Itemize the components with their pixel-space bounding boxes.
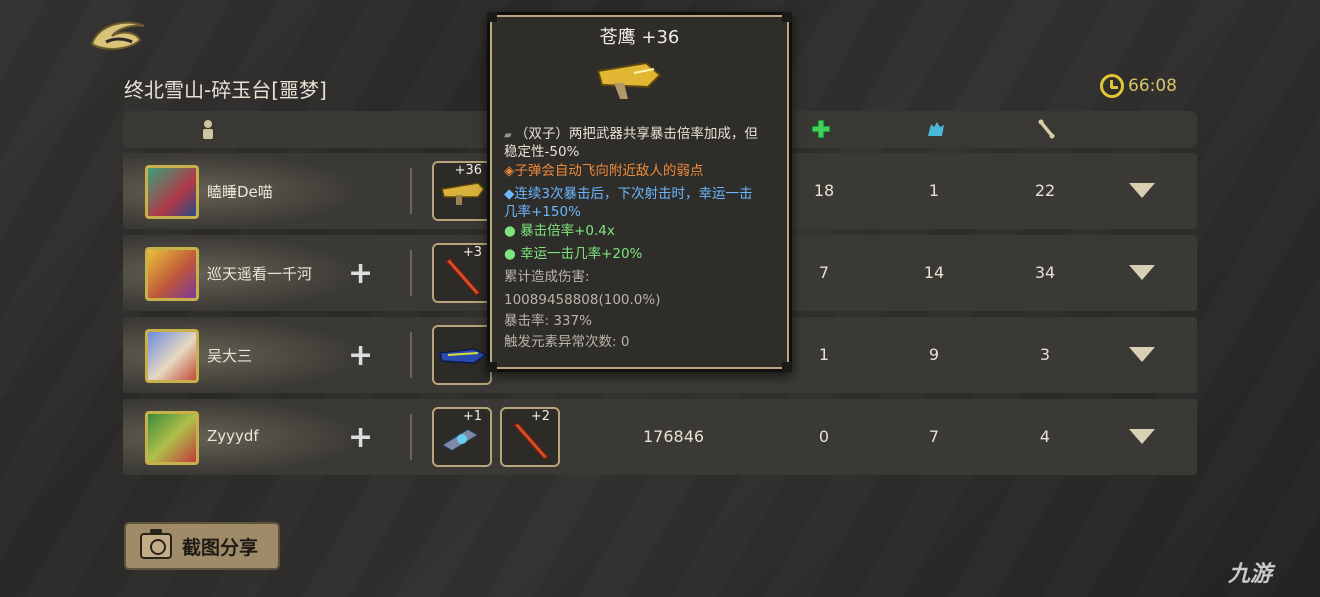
pet-icon	[928, 122, 944, 136]
camera-icon	[140, 529, 172, 559]
weapon-slot[interactable]: +2	[500, 407, 560, 467]
player-name: 吴大三	[207, 347, 253, 365]
add-friend-button[interactable]: +	[348, 341, 373, 371]
weapon-slot[interactable]: +1	[432, 407, 492, 467]
weapon-slot[interactable]: +3	[432, 243, 492, 303]
bone-icon	[1038, 119, 1055, 139]
pet-count: 14	[923, 263, 945, 282]
clock-icon	[1100, 74, 1124, 98]
add-friend-button[interactable]: +	[348, 423, 373, 453]
player-name: 巡天遥看一千河	[207, 265, 313, 283]
divider	[410, 414, 412, 460]
tooltip-line: 几率+150%	[504, 204, 581, 220]
game-logo-icon	[90, 21, 145, 50]
gun-icon: ▰	[504, 130, 515, 141]
expand-chevron-icon[interactable]	[1129, 265, 1155, 280]
pet-count: 1	[928, 181, 940, 200]
player-name: Zyyydf	[207, 427, 259, 445]
rifle-icon	[439, 348, 488, 364]
tooltip-line: 稳定性-50%	[504, 144, 580, 160]
avatar[interactable]	[145, 329, 199, 383]
player-name: 瞌睡De喵	[207, 183, 273, 201]
pet-count: 7	[928, 427, 940, 446]
tooltip-line: ◈子弹会自动飞向附近敌人的弱点	[504, 163, 704, 179]
avatar[interactable]	[145, 247, 199, 301]
tooltip-line: ◆连续3次暴击后，下次射击时，幸运一击	[504, 186, 753, 202]
weapon-slot[interactable]	[432, 325, 492, 385]
add-friend-button[interactable]: +	[348, 259, 373, 289]
bone-count: 3	[1039, 345, 1051, 364]
player-row: Zyyydf + +1 +2 176846 0 7 4	[123, 399, 1197, 475]
screenshot-share-button[interactable]: 截图分享	[124, 522, 280, 570]
cannon-icon	[440, 428, 480, 452]
tooltip-line: ● 幸运一击几率+20%	[504, 246, 643, 262]
bone-count: 22	[1034, 181, 1056, 200]
tooltip-line: ● 暴击倍率+0.4x	[504, 223, 615, 239]
expand-chevron-icon[interactable]	[1129, 347, 1155, 362]
avatar[interactable]	[145, 165, 199, 219]
heal-count: 0	[818, 427, 830, 446]
tooltip-line: 累计造成伤害:	[504, 269, 590, 285]
heal-count: 1	[818, 345, 830, 364]
share-label: 截图分享	[182, 536, 259, 559]
crossbow-icon	[441, 182, 485, 205]
tooltip-line: 10089458808(100.0%)	[504, 292, 661, 308]
heal-count: 7	[818, 263, 830, 282]
divider	[410, 250, 412, 296]
spear-icon	[444, 258, 482, 296]
pet-count: 9	[928, 345, 940, 364]
spear-icon	[512, 422, 550, 460]
timer: 66:08	[1100, 74, 1177, 98]
timer-value: 66:08	[1128, 76, 1177, 96]
avatar[interactable]	[145, 411, 199, 465]
expand-chevron-icon[interactable]	[1129, 429, 1155, 444]
expand-chevron-icon[interactable]	[1129, 183, 1155, 198]
damage-value: 176846	[643, 427, 705, 446]
heal-count: 18	[813, 181, 835, 200]
tooltip-line: 触发元素异常次数: 0	[504, 334, 630, 350]
tooltip-line: ▰ （双子）两把武器共享暴击倍率加成，但	[504, 126, 758, 142]
player-icon	[203, 120, 213, 139]
green-cross-icon	[811, 119, 831, 139]
divider	[410, 168, 412, 214]
bone-count: 34	[1034, 263, 1056, 282]
tooltip-line: 暴击率: 337%	[504, 313, 592, 329]
stage-title: 终北雪山-碎玉台[噩梦]	[124, 78, 327, 102]
weapon-slot[interactable]: +36	[432, 161, 492, 221]
divider	[410, 332, 412, 378]
watermark: 九游	[1228, 562, 1273, 587]
weapon-tooltip: 苍鹰 +36 ▰ （双子）两把武器共享暴击倍率加成，但 稳定性-50% ◈子弹会…	[487, 12, 792, 372]
crossbow-icon	[596, 61, 662, 99]
bone-count: 4	[1039, 427, 1051, 446]
tooltip-title: 苍鹰 +36	[599, 27, 680, 48]
